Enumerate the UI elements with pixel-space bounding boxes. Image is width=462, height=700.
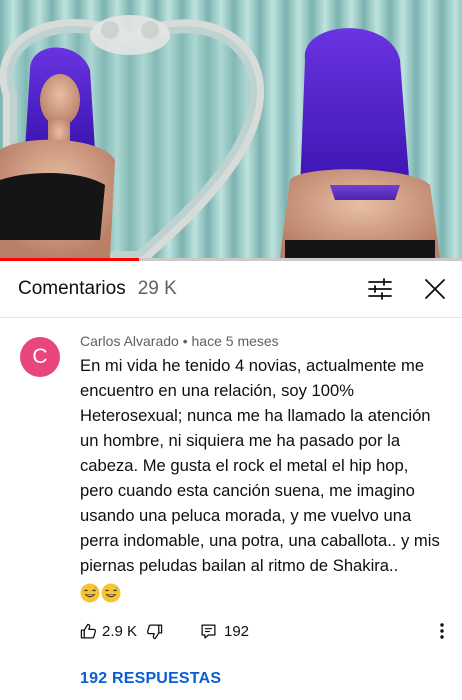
reply-count: 192 xyxy=(224,622,250,640)
comment-emojis xyxy=(80,583,121,603)
comment-time[interactable]: hace 5 meses xyxy=(192,333,279,349)
thumbs-up-icon xyxy=(80,623,96,639)
grinning-sweat-emoji xyxy=(101,583,121,603)
close-icon[interactable] xyxy=(419,273,451,305)
reply-button[interactable]: 192 xyxy=(200,619,249,643)
thumbs-down-icon xyxy=(147,623,163,639)
video-frame-image xyxy=(0,0,462,260)
like-button[interactable]: 2.9 K xyxy=(80,619,137,643)
comments-title: Comentarios xyxy=(18,278,126,299)
comment-author[interactable]: Carlos Alvarado xyxy=(80,333,179,349)
reply-icon xyxy=(201,623,216,639)
video-player[interactable] xyxy=(0,0,462,260)
view-replies-button[interactable]: 192 RESPUESTAS xyxy=(80,670,221,688)
comments-header: Comentarios 29 K xyxy=(0,261,462,318)
more-vertical-icon[interactable] xyxy=(432,619,452,643)
like-count: 2.9 K xyxy=(102,622,138,640)
grinning-sweat-emoji xyxy=(80,583,100,603)
comment-actions: 2.9 K 192 xyxy=(80,619,452,643)
comment-meta: Carlos Alvarado • hace 5 meses xyxy=(80,333,279,349)
avatar[interactable]: C xyxy=(20,337,60,377)
meta-separator: • xyxy=(178,333,192,349)
dislike-button[interactable] xyxy=(146,619,163,643)
avatar-letter: C xyxy=(32,345,48,368)
comment-text: En mi vida he tenido 4 novias, actualmen… xyxy=(80,356,440,575)
comments-count: 29 K xyxy=(137,278,177,299)
sort-filter-icon[interactable] xyxy=(364,273,396,305)
